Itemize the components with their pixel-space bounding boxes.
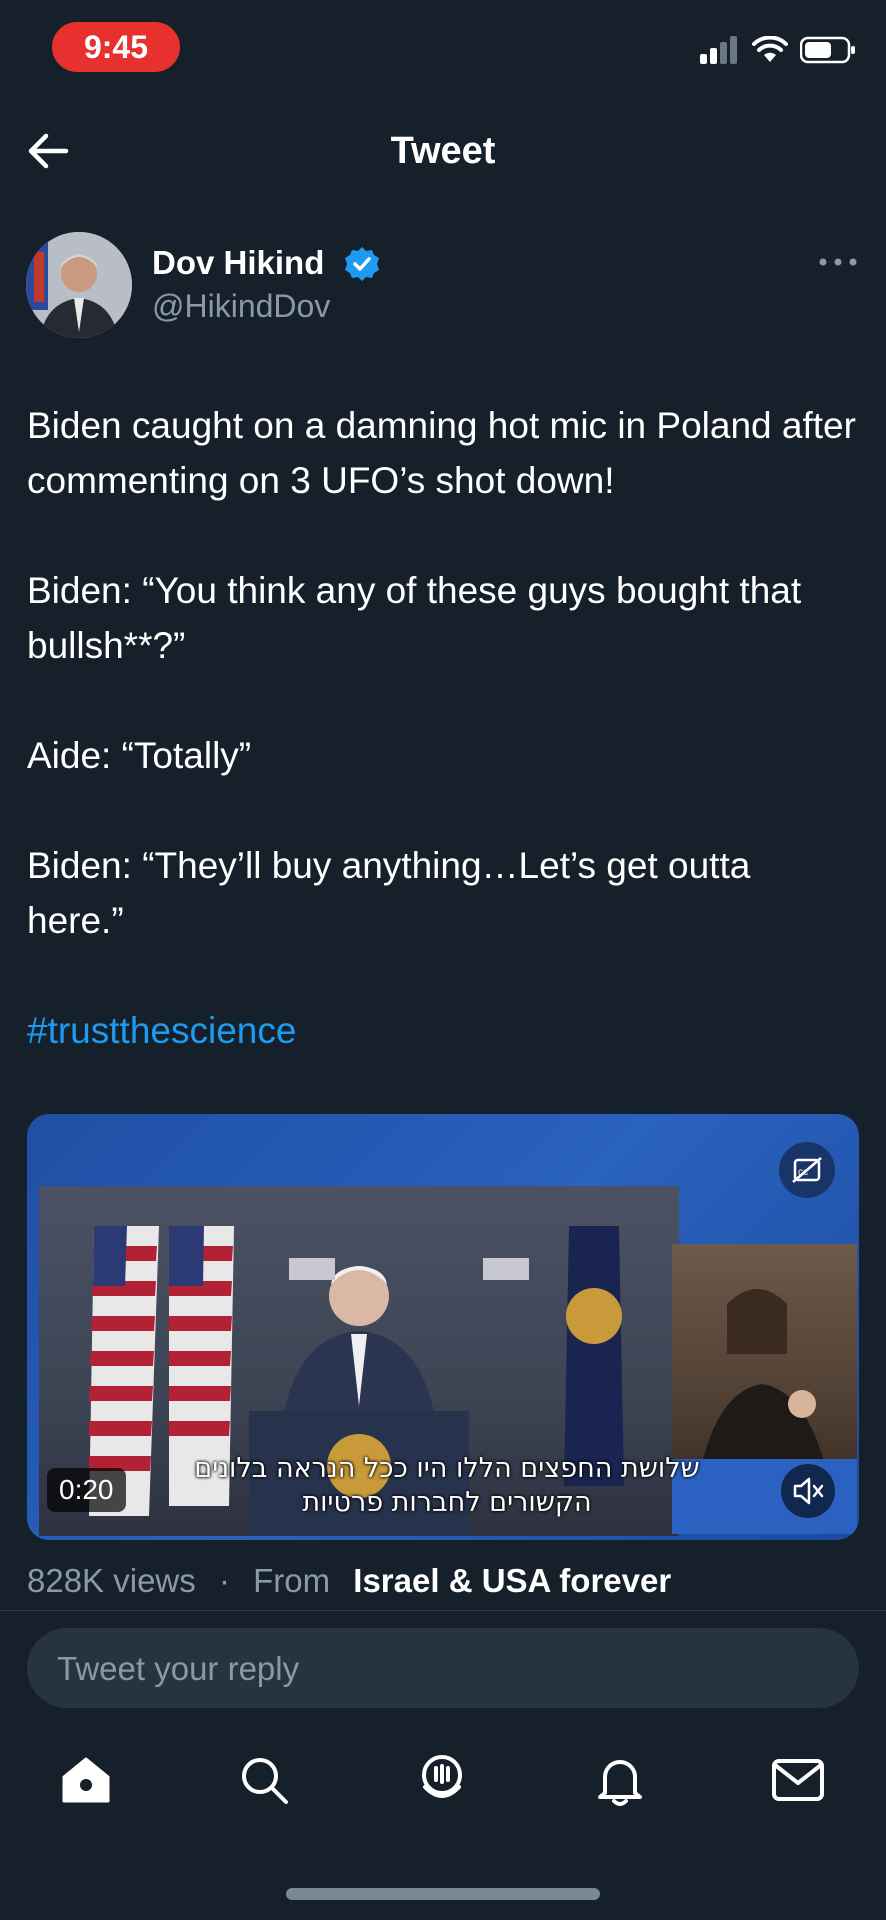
tab-spaces[interactable] [412,1750,472,1810]
captions-button[interactable]: cc [779,1142,835,1198]
envelope-icon [772,1759,824,1801]
wifi-icon [752,36,788,62]
avatar[interactable] [26,232,132,338]
verified-badge-icon [345,247,379,281]
avatar-image [26,232,132,338]
tweet-meta: 828K views · From Israel & USA forever [27,1562,671,1600]
tweet-paragraph: Biden: “They’ll buy anything…Let’s get o… [27,845,751,941]
more-dots-icon [819,258,857,266]
battery-icon [800,36,855,64]
status-bar: 9:45 [0,0,886,90]
view-count: 828K views [27,1562,196,1599]
speaker-muted-icon [793,1477,824,1505]
video-player[interactable]: cc שלושת החפצים הללו היו ככל הנראה בלוני… [27,1114,859,1540]
tweet-text: Biden caught on a damning hot mic in Pol… [27,398,857,1058]
home-indicator [286,1888,600,1900]
tab-search[interactable] [234,1750,294,1810]
nav-bar: Tweet [0,110,886,190]
tab-home[interactable] [56,1750,116,1810]
tweet-paragraph: Aide: “Totally” [27,735,252,776]
bell-icon [598,1760,642,1806]
captions-off-icon: cc [792,1157,822,1183]
mute-button[interactable] [781,1464,835,1518]
search-icon [242,1758,288,1804]
tweet-paragraph: Biden caught on a damning hot mic in Pol… [27,405,856,501]
author-name[interactable]: Dov Hikind [152,244,324,282]
reply-input[interactable] [55,1628,839,1710]
video-duration: 0:20 [47,1468,126,1512]
meta-separator: · [218,1562,230,1599]
tweet-author: Dov Hikind @HikindDov [26,232,860,342]
more-options-button[interactable] [816,252,860,272]
author-handle[interactable]: @HikindDov [152,288,330,325]
status-time: 9:45 [52,22,180,72]
from-label: From [253,1562,331,1599]
tab-notifications[interactable] [590,1750,650,1810]
status-icons [700,36,856,64]
spaces-microphone-icon [422,1755,462,1798]
tweet-paragraph: Biden: “You think any of these guys boug… [27,570,802,666]
cellular-signal-icon [700,36,737,64]
video-subtitle: שלושת החפצים הללו היו ככל הנראה בלונים ה… [187,1452,707,1520]
page-title: Tweet [390,130,496,172]
reply-box[interactable] [27,1628,859,1710]
home-icon [62,1757,110,1803]
divider [0,1610,886,1611]
source-account-link[interactable]: Israel & USA forever [353,1562,671,1599]
hashtag-link[interactable]: #trustthescience [27,1003,857,1058]
bottom-tab-bar [0,1750,886,1820]
tab-messages[interactable] [768,1750,828,1810]
subtitle-line: הקשורים לחברות פרטיות [302,1487,592,1518]
subtitle-line: שלושת החפצים הללו היו ככל הנראה בלונים [194,1453,700,1484]
